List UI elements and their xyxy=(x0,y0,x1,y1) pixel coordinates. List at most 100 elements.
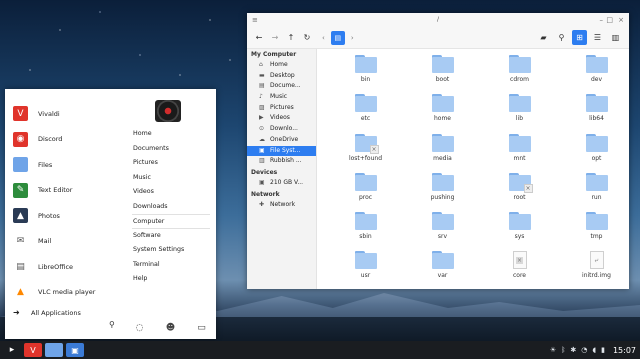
user-switch-icon[interactable]: ☻ xyxy=(164,321,177,334)
sidebar-item[interactable]: ☁ OneDrive xyxy=(247,135,316,146)
back-icon[interactable]: ← xyxy=(251,33,267,42)
sidebar-item[interactable]: ⌂ Home xyxy=(247,60,316,71)
search-icon[interactable]: ⚲ xyxy=(109,320,115,329)
app-item[interactable]: ✎ Text Editor xyxy=(5,178,125,204)
file-item[interactable]: sys xyxy=(481,212,558,242)
place-item-music[interactable]: Music xyxy=(132,171,210,186)
volume-icon[interactable]: ◖ xyxy=(592,346,596,354)
path-scroll-right-icon[interactable]: › xyxy=(351,34,354,42)
user-avatar[interactable] xyxy=(155,100,181,122)
path-scroll-left-icon[interactable]: ‹ xyxy=(322,34,325,42)
file-item[interactable]: pushing xyxy=(404,172,481,203)
file-item-label: etc xyxy=(360,115,371,123)
app-item[interactable]: ✉ Mail xyxy=(5,229,125,255)
minimize-icon[interactable]: – xyxy=(600,13,604,27)
sidebar-item[interactable]: ✚ Network xyxy=(247,200,316,211)
place-item-system-settings[interactable]: System Settings xyxy=(132,243,210,258)
file-item[interactable]: etc xyxy=(327,94,404,124)
file-item[interactable]: opt xyxy=(558,133,629,164)
compact-view-icon[interactable]: ▥ xyxy=(608,30,623,45)
battery-icon[interactable]: ▮ xyxy=(601,346,605,354)
app-item[interactable]: ◉ Discord xyxy=(5,127,125,153)
file-item[interactable]: lib64 xyxy=(558,94,629,124)
close-icon[interactable]: × xyxy=(618,13,624,27)
app-item[interactable]: ▤ LibreOffice xyxy=(5,254,125,280)
sidebar-item[interactable]: ▥ Rubbish ... xyxy=(247,156,316,167)
sidebar-header-network[interactable]: Network xyxy=(247,189,316,200)
sidebar-item[interactable]: ▶ Videos xyxy=(247,113,316,124)
file-item[interactable]: mnt xyxy=(481,133,558,164)
file-item-label: srv xyxy=(437,233,448,241)
place-item-home[interactable]: Home xyxy=(132,127,210,142)
no-access-emblem-icon: × xyxy=(523,183,533,193)
file-item[interactable]: var xyxy=(404,251,481,281)
file-item[interactable]: × core xyxy=(481,251,558,281)
file-item[interactable]: sbin xyxy=(327,212,404,242)
sidebar-header-devices[interactable]: Devices xyxy=(247,167,316,178)
window-titlebar[interactable]: ≡ / – □ × xyxy=(247,13,629,27)
place-item-pictures[interactable]: Pictures xyxy=(132,156,210,171)
sidebar-header-my-computer[interactable]: My Computer xyxy=(247,49,316,60)
sidebar-item[interactable]: ♪ Music xyxy=(247,92,316,103)
all-applications-button[interactable]: ➜ All Applications xyxy=(13,308,81,317)
app-item[interactable]: V Vivaldi xyxy=(5,101,125,127)
file-item[interactable]: run xyxy=(558,172,629,203)
app-item[interactable]: ▲ Photos xyxy=(5,203,125,229)
place-item-computer[interactable]: Computer xyxy=(132,214,210,229)
sidebar-item[interactable]: ⊙ Downlo... xyxy=(247,124,316,135)
place-item-videos[interactable]: Videos xyxy=(132,185,210,200)
network-icon[interactable]: ◔ xyxy=(581,346,587,354)
app-item[interactable]: ▲ VLC media player xyxy=(5,280,125,306)
clock[interactable]: 15:07 xyxy=(613,346,636,355)
broken-image-icon: × xyxy=(516,256,523,264)
folder-icon[interactable] xyxy=(45,343,63,357)
file-item[interactable]: tmp xyxy=(558,212,629,242)
file-item-label: lib64 xyxy=(589,115,604,123)
file-item[interactable]: media xyxy=(404,133,481,164)
maximize-icon[interactable]: □ xyxy=(606,13,613,27)
file-item[interactable]: ⤶ initrd.img xyxy=(558,251,629,281)
app-menu-icon[interactable]: ▸ xyxy=(3,343,21,357)
lock-screen-icon[interactable]: ◌ xyxy=(133,321,146,334)
forward-icon[interactable]: → xyxy=(267,33,283,42)
videos-icon: ▶ xyxy=(259,114,264,122)
up-icon[interactable]: ↑ xyxy=(283,33,299,42)
bluetooth-icon[interactable]: ᛒ xyxy=(561,346,565,354)
reload-icon[interactable]: ↻ xyxy=(299,33,315,42)
file-item[interactable]: boot xyxy=(404,55,481,85)
folder-icon xyxy=(431,251,454,270)
list-view-icon[interactable]: ☰ xyxy=(590,30,605,45)
file-manager-task-icon[interactable]: ▣ xyxy=(66,343,84,357)
file-item[interactable]: × lost+found xyxy=(327,133,404,164)
vivaldi-icon[interactable]: V xyxy=(24,343,42,357)
sidebar-item[interactable]: ▬ Desktop xyxy=(247,71,316,82)
icon-view-icon[interactable]: ⊞ xyxy=(572,30,587,45)
notifications-icon[interactable]: ✱ xyxy=(570,346,576,354)
brightness-icon[interactable]: ☀ xyxy=(550,346,556,354)
file-item[interactable]: bin xyxy=(327,55,404,85)
app-item[interactable]: Files xyxy=(5,152,125,178)
sidebar-item[interactable]: ▣ File Syst... xyxy=(247,145,316,157)
breadcrumb-root[interactable]: ▤ xyxy=(330,31,345,45)
new-folder-icon[interactable]: ▰ xyxy=(536,30,551,45)
sidebar-item[interactable]: ▨ Pictures xyxy=(247,103,316,114)
sidebar-item[interactable]: ▤ Docume... xyxy=(247,81,316,92)
file-item[interactable]: lib xyxy=(481,94,558,124)
file-item[interactable]: srv xyxy=(404,212,481,242)
place-item-documents[interactable]: Documents xyxy=(132,142,210,157)
place-item-software[interactable]: Software xyxy=(132,229,210,244)
file-item[interactable]: usr xyxy=(327,251,404,281)
logout-icon[interactable]: ▭ xyxy=(195,321,208,334)
place-item-help[interactable]: Help xyxy=(132,272,210,287)
file-item[interactable]: dev xyxy=(558,55,629,85)
place-item-terminal[interactable]: Terminal xyxy=(132,258,210,273)
file-item[interactable]: × root xyxy=(481,172,558,203)
search-icon[interactable]: ⚲ xyxy=(554,30,569,45)
window-menu-icon[interactable]: ≡ xyxy=(252,13,258,27)
file-item[interactable]: proc xyxy=(327,172,404,203)
file-item[interactable]: cdrom xyxy=(481,55,558,85)
place-item-downloads[interactable]: Downloads xyxy=(132,200,210,215)
sidebar-item[interactable]: ▣ 210 GB V... xyxy=(247,178,316,189)
file-item[interactable]: home xyxy=(404,94,481,124)
folder-icon xyxy=(431,94,454,113)
